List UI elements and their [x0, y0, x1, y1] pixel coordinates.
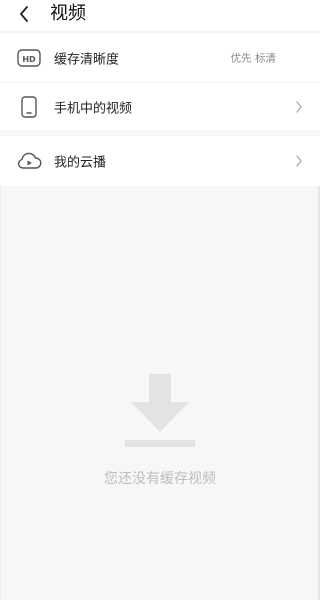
phone-icon: [16, 94, 42, 120]
page-title: 视频: [50, 3, 86, 24]
hd-icon: HD: [16, 45, 42, 71]
empty-state-message: 您还没有缓存视频: [104, 471, 216, 487]
settings-group: HD 缓存清晰度 优先 标清 手机中的视频: [0, 34, 320, 130]
cloud-group: 我的云播: [0, 136, 320, 186]
phone-videos-row[interactable]: 手机中的视频: [0, 83, 320, 131]
chevron-right-icon: [294, 154, 304, 168]
cache-quality-value: 优先 标清: [230, 52, 276, 65]
cloud-play-row[interactable]: 我的云播: [0, 137, 320, 185]
app-header: 视频: [0, 0, 320, 30]
back-button[interactable]: [14, 4, 34, 24]
empty-state: [0, 370, 320, 454]
cache-quality-label: 缓存清晰度: [54, 52, 120, 68]
chevron-right-icon: [294, 100, 304, 114]
chevron-left-icon: [20, 6, 28, 22]
cloud-play-label: 我的云播: [54, 155, 107, 171]
download-icon: [125, 374, 195, 447]
phone-videos-label: 手机中的视频: [54, 101, 133, 117]
cache-quality-row[interactable]: HD 缓存清晰度 优先 标清: [0, 34, 320, 83]
svg-text:HD: HD: [22, 55, 36, 64]
cloud-play-icon: [16, 148, 42, 174]
